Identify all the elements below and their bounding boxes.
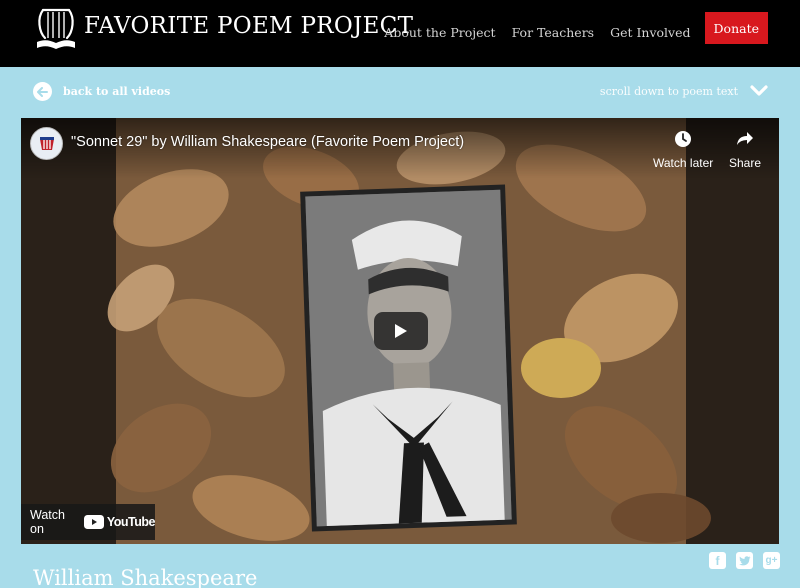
watch-on-youtube-button[interactable]: Watch on YouTube [21,504,156,540]
watch-later-label: Watch later [653,156,714,170]
nav-about-project[interactable]: About the Project [384,25,495,40]
youtube-wordmark: YouTube [106,515,156,529]
share-label: Share [729,156,762,170]
channel-avatar[interactable] [30,127,63,160]
nav-get-involved[interactable]: Get Involved [610,25,690,40]
scroll-to-poem-link[interactable]: scroll down to poem text [600,82,768,101]
video-title[interactable]: "Sonnet 29" by William Shakespeare (Favo… [71,134,464,150]
chevron-down-icon [750,82,768,101]
watch-on-label: Watch on [30,508,65,536]
main-nav: About the Project For Teachers Get Invol… [368,12,768,44]
twitter-icon[interactable] [736,552,753,569]
facebook-icon[interactable]: f [709,552,726,569]
channel-logo-icon [39,136,54,150]
donate-button[interactable]: Donate [704,12,768,44]
scroll-label: scroll down to poem text [599,85,738,98]
google-plus-icon[interactable]: g+ [763,552,780,569]
watch-later-button[interactable]: Watch later [653,128,713,170]
poet-name: William Shakespeare [33,566,258,588]
play-icon [395,324,407,338]
nav-for-teachers[interactable]: For Teachers [512,25,595,40]
share-video-button[interactable]: Share [729,128,761,170]
back-arrow-icon [33,82,52,101]
share-arrow-icon [734,128,756,150]
back-to-videos-link[interactable]: back to all videos [33,82,170,101]
youtube-logo-icon: YouTube [83,515,156,529]
clock-icon [672,128,694,150]
site-title[interactable]: FAVORITE POEM PROJECT [84,13,413,39]
site-header: FAVORITE POEM PROJECT About the Project … [0,0,800,67]
social-share-icons: f g+ [699,552,780,569]
play-button[interactable] [374,312,428,350]
video-player[interactable]: "Sonnet 29" by William Shakespeare (Favo… [21,118,779,544]
lyre-book-icon[interactable] [33,4,79,52]
back-label: back to all videos [63,85,171,98]
